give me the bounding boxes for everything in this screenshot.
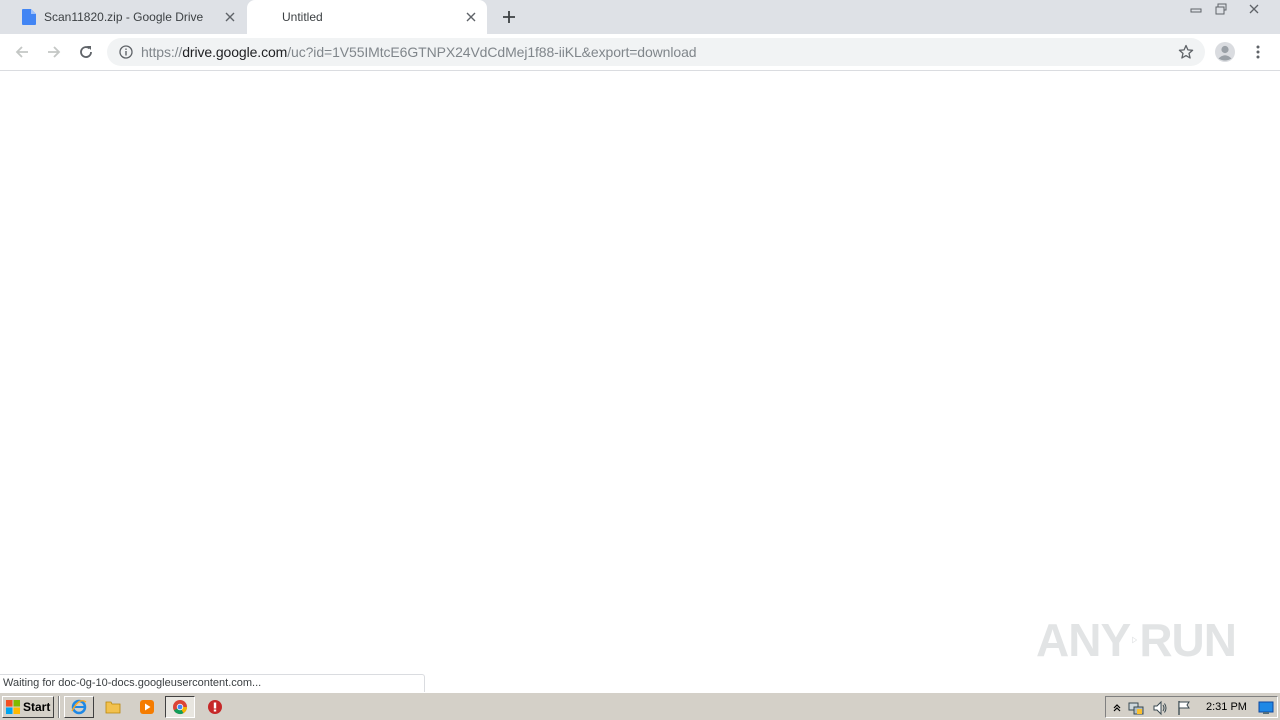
folder-icon[interactable]	[98, 696, 128, 718]
close-tab-icon[interactable]	[463, 9, 479, 25]
chrome-icon[interactable]	[165, 696, 195, 718]
minimize-button[interactable]	[1183, 0, 1208, 18]
tab-title: Untitled	[282, 10, 323, 24]
browser-menu-button[interactable]	[1250, 42, 1266, 62]
anyrun-watermark: ANY RUN	[1036, 606, 1237, 674]
network-icon[interactable]	[1128, 700, 1144, 716]
tab-title: Scan11820.zip - Google Drive	[44, 10, 204, 24]
profile-avatar[interactable]	[1214, 41, 1236, 63]
google-docs-file-icon	[22, 9, 36, 25]
new-tab-button[interactable]	[498, 7, 520, 27]
start-button[interactable]: Start	[2, 696, 54, 718]
close-tab-icon[interactable]	[222, 9, 238, 25]
tab-google-drive[interactable]: Scan11820.zip - Google Drive	[8, 0, 246, 34]
address-bar[interactable]: https://drive.google.com/uc?id=1V55IMtcE…	[107, 38, 1205, 66]
status-bubble: Waiting for doc-0g-10-docs.googleusercon…	[0, 674, 425, 692]
avg-icon[interactable]	[200, 696, 230, 718]
forward-button[interactable]	[42, 40, 66, 64]
internet-explorer-icon[interactable]	[64, 696, 94, 718]
forward-arrow-icon	[48, 46, 61, 58]
avatar-icon	[1215, 42, 1235, 62]
reload-icon	[80, 46, 92, 58]
show-desktop-icon[interactable]	[1258, 700, 1274, 716]
url-text[interactable]: https://drive.google.com/uc?id=1V55IMtcE…	[141, 44, 697, 60]
clock[interactable]: 2:31 PM	[1206, 701, 1247, 713]
window-close-button[interactable]	[1234, 0, 1274, 18]
back-arrow-icon	[15, 46, 28, 58]
page-content	[0, 72, 1280, 692]
tab-untitled[interactable]: Untitled	[247, 0, 487, 34]
more-vert-icon	[1256, 45, 1260, 59]
taskbar-separator	[58, 696, 60, 718]
url-host: drive.google.com	[182, 44, 288, 60]
bookmark-star-icon[interactable]	[1177, 43, 1195, 61]
restore-button[interactable]	[1208, 0, 1234, 18]
browser-toolbar: https://drive.google.com/uc?id=1V55IMtcE…	[0, 34, 1280, 71]
system-tray: 2:31 PM	[1105, 696, 1278, 718]
taskbar: Start 2:31 PM	[0, 692, 1280, 720]
play-logo-icon	[1132, 636, 1138, 644]
volume-icon[interactable]	[1152, 700, 1168, 716]
site-info-icon[interactable]	[118, 44, 134, 60]
media-player-icon[interactable]	[132, 696, 162, 718]
watermark-left-text: ANY	[1036, 614, 1131, 666]
show-hidden-icons-icon[interactable]	[1109, 700, 1125, 716]
url-path: /uc?id=1V55IMtcE6GTNPX24VdCdMej1f88-iiKL…	[287, 44, 697, 60]
action-center-flag-icon[interactable]	[1176, 700, 1192, 716]
tab-strip: Scan11820.zip - Google Drive Untitled	[0, 0, 1280, 34]
reload-button[interactable]	[74, 40, 98, 64]
back-button[interactable]	[10, 40, 34, 64]
url-scheme: https://	[141, 44, 183, 60]
watermark-right-text: RUN	[1139, 614, 1237, 666]
start-label: Start	[23, 700, 51, 714]
windows-logo-icon	[6, 700, 20, 714]
